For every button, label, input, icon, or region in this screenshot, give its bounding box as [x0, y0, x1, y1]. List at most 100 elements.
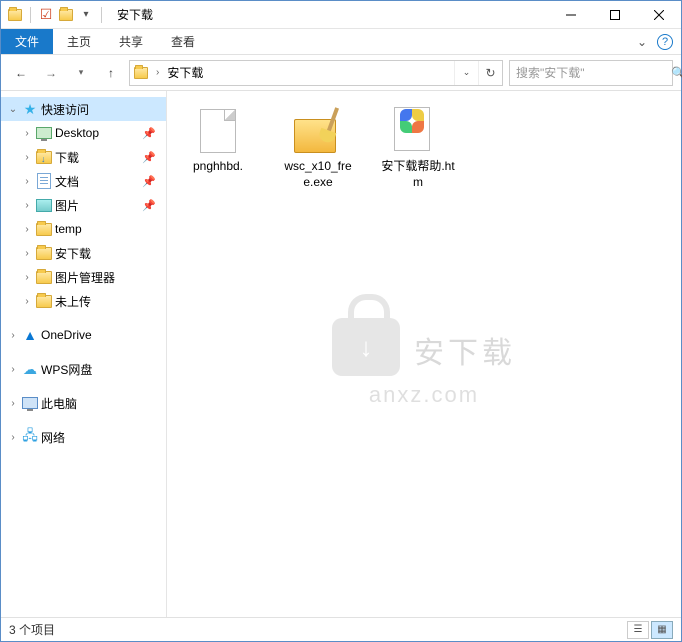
search-input[interactable] [516, 66, 671, 80]
chevron-right-icon[interactable]: › [152, 67, 163, 78]
sidebar-item[interactable]: › 安下载 [1, 241, 166, 265]
properties-icon[interactable]: ☑ [38, 7, 54, 23]
qat-dropdown-icon[interactable]: ▾ [78, 7, 94, 23]
sidebar-item-label: 安下载 [55, 245, 166, 262]
expand-icon[interactable]: › [21, 128, 33, 139]
sidebar-item-label: 文档 [55, 173, 140, 190]
file-item[interactable]: 安下载帮助.htm [377, 103, 459, 194]
folder-icon [7, 7, 23, 23]
expand-icon[interactable]: › [21, 296, 33, 307]
sidebar-item[interactable]: ›↓下载📌 [1, 145, 166, 169]
file-icon [200, 109, 236, 153]
file-name: pnghhbd. [193, 159, 243, 175]
sidebar-item[interactable]: › Desktop📌 [1, 121, 166, 145]
sidebar-item-label: Desktop [55, 126, 140, 140]
sidebar-item[interactable]: ›temp [1, 217, 166, 241]
expand-icon[interactable]: › [7, 364, 19, 375]
content-area[interactable]: pnghhbd. wsc_x10_free.exe 安下载帮助.htm 安下载 an… [167, 91, 681, 617]
folder-icon [35, 247, 53, 260]
sidebar-item-label: 图片 [55, 197, 140, 214]
tab-view[interactable]: 查看 [157, 29, 209, 54]
refresh-button[interactable]: ↻ [478, 61, 502, 85]
pin-icon: 📌 [142, 127, 156, 140]
sidebar-item[interactable]: › 文档📌 [1, 169, 166, 193]
back-button[interactable]: ← [9, 61, 33, 85]
nav-label: 快速访问 [41, 101, 166, 118]
sidebar-item[interactable]: › 图片管理器 [1, 265, 166, 289]
watermark: 安下载 anxz.com [332, 318, 516, 408]
navigation-row: ← → ▾ ↑ › 安下载 ⌄ ↻ 🔍 [1, 55, 681, 91]
close-button[interactable] [637, 1, 681, 29]
expand-icon[interactable]: › [21, 200, 33, 211]
pin-icon: 📌 [142, 151, 156, 164]
collapse-icon[interactable]: ⌄ [7, 104, 19, 115]
nav-wps[interactable]: › ☁ WPS网盘 [1, 357, 166, 381]
exe-icon [294, 107, 342, 155]
status-bar: 3 个项目 ☰ ▦ [1, 617, 681, 641]
tab-share[interactable]: 共享 [105, 29, 157, 54]
minimize-button[interactable] [549, 1, 593, 29]
expand-icon[interactable]: › [21, 176, 33, 187]
file-item[interactable]: wsc_x10_free.exe [277, 103, 359, 194]
ribbon-expand-icon[interactable]: ⌄ [637, 35, 647, 49]
expand-icon[interactable]: › [7, 398, 19, 409]
expand-icon[interactable]: › [7, 432, 19, 443]
file-item[interactable]: pnghhbd. [177, 103, 259, 179]
expand-icon[interactable]: › [21, 152, 33, 163]
nav-onedrive[interactable]: › ▲ OneDrive [1, 323, 166, 347]
nav-label: 网络 [41, 429, 166, 446]
open-folder-icon[interactable] [58, 7, 74, 23]
ribbon: 文件 主页 共享 查看 ⌄ ? [1, 29, 681, 55]
forward-button[interactable]: → [39, 61, 63, 85]
folder-icon [35, 271, 53, 284]
titlebar: ☑ ▾ 安下载 [1, 1, 681, 29]
search-icon[interactable]: 🔍 [671, 66, 682, 80]
pic-icon [35, 199, 53, 212]
status-count: 3 个项目 [9, 621, 55, 638]
window-title: 安下载 [117, 6, 153, 23]
pc-icon [21, 397, 39, 409]
expand-icon[interactable]: › [21, 272, 33, 283]
view-details-button[interactable]: ☰ [627, 621, 649, 639]
nav-this-pc[interactable]: › 此电脑 [1, 391, 166, 415]
download-icon: ↓ [35, 151, 53, 164]
up-button[interactable]: ↑ [99, 61, 123, 85]
maximize-button[interactable] [593, 1, 637, 29]
watermark-brand: 安下载 [414, 328, 516, 372]
address-bar[interactable]: › 安下载 ⌄ ↻ [129, 60, 503, 86]
cloud-icon: ☁ [21, 361, 39, 378]
doc-icon [35, 173, 53, 189]
nav-quick-access[interactable]: ⌄ ★ 快速访问 [1, 97, 166, 121]
file-name: wsc_x10_free.exe [281, 159, 355, 190]
sidebar-item[interactable]: › 图片📌 [1, 193, 166, 217]
address-dropdown-icon[interactable]: ⌄ [454, 61, 478, 85]
sidebar-item-label: 图片管理器 [55, 269, 166, 286]
network-icon: 🖧 [21, 425, 39, 449]
htm-icon [394, 107, 442, 155]
tab-file[interactable]: 文件 [1, 29, 53, 54]
breadcrumb-segment[interactable]: 安下载 [163, 61, 207, 85]
tab-home[interactable]: 主页 [53, 29, 105, 54]
navigation-pane: ⌄ ★ 快速访问 ›Desktop📌›↓下载📌›文档📌›图片📌›temp›安下载… [1, 91, 167, 617]
pin-icon: 📌 [142, 199, 156, 212]
folder-icon [134, 67, 148, 79]
search-box[interactable]: 🔍 [509, 60, 673, 86]
sidebar-item-label: 未上传 [55, 293, 166, 310]
nav-label: 此电脑 [41, 395, 166, 412]
file-name: 安下载帮助.htm [381, 159, 455, 190]
expand-icon[interactable]: › [21, 248, 33, 259]
expand-icon[interactable]: › [21, 224, 33, 235]
nav-network[interactable]: › 🖧 网络 [1, 425, 166, 449]
recent-dropdown[interactable]: ▾ [69, 61, 93, 85]
sidebar-item[interactable]: › 未上传 [1, 289, 166, 313]
watermark-domain: anxz.com [332, 382, 516, 408]
sidebar-item-label: 下载 [55, 149, 140, 166]
nav-label: WPS网盘 [41, 361, 166, 378]
expand-icon[interactable]: › [7, 330, 19, 341]
star-icon: ★ [21, 101, 39, 118]
help-icon[interactable]: ? [657, 34, 673, 50]
pin-icon: 📌 [142, 175, 156, 188]
folder-icon [35, 295, 53, 308]
view-icons-button[interactable]: ▦ [651, 621, 673, 639]
folder-icon [35, 223, 53, 236]
